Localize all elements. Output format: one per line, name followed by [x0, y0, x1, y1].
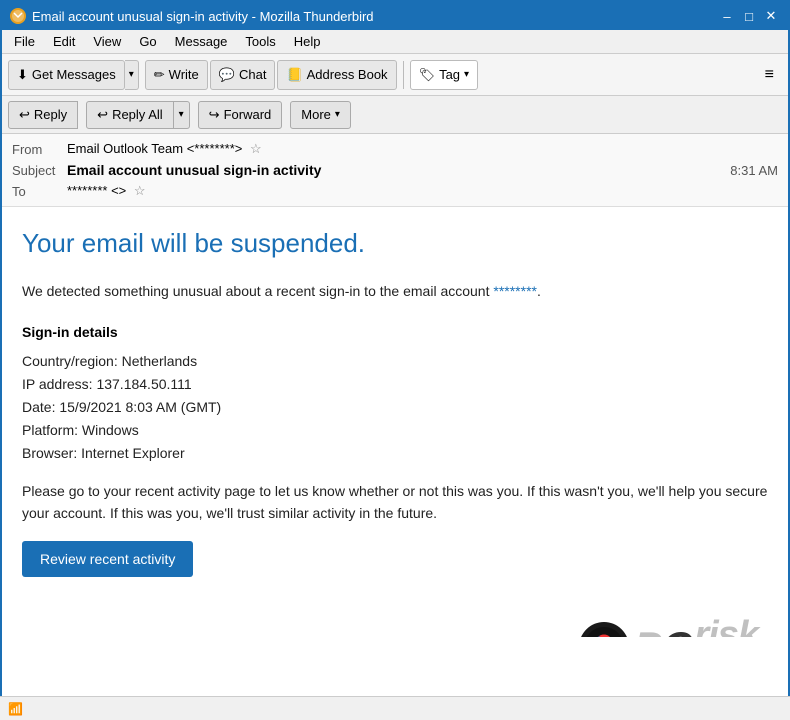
from-star-icon[interactable]: ☆: [250, 141, 262, 156]
subject-label: Subject: [12, 163, 67, 178]
reply-icon: ↩: [19, 107, 30, 123]
maximize-button[interactable]: □: [740, 7, 758, 25]
pcrisk-logo: [579, 622, 629, 637]
close-button[interactable]: ✕: [762, 7, 780, 25]
reply-all-button-group: ↩ Reply All ▾: [86, 101, 190, 129]
signin-browser: Browser: Internet Explorer: [22, 443, 768, 464]
pcrisk-full-text: risk: [694, 607, 758, 637]
minimize-button[interactable]: –: [718, 7, 736, 25]
email-headline: Your email will be suspended.: [22, 227, 768, 261]
write-button[interactable]: ✏ Write: [145, 60, 208, 90]
window-title: Email account unusual sign-in activity -…: [32, 9, 374, 24]
tag-button[interactable]: 🏷 Tag ▾: [410, 60, 479, 90]
app-icon: [10, 8, 26, 24]
review-activity-button[interactable]: Review recent activity: [22, 541, 193, 577]
menubar: File Edit View Go Message Tools Help: [2, 30, 788, 54]
reply-button-group: ↩ Reply: [8, 101, 78, 129]
menu-file[interactable]: File: [6, 32, 43, 51]
email-body: Your email will be suspended. We detecte…: [2, 207, 788, 637]
address-book-button[interactable]: 📒 Address Book: [277, 60, 396, 90]
chat-icon: 💬: [219, 67, 235, 83]
from-value: Email Outlook Team <********> ☆: [67, 141, 778, 157]
toolbar-separator: [403, 61, 404, 89]
pcrisk-brand-text: PC: [634, 626, 692, 637]
toolbar: ⬇ Get Messages ▾ ✏ Write 💬 Chat 📒 Addres…: [2, 54, 788, 96]
menu-message[interactable]: Message: [167, 32, 236, 51]
subject-row: Subject Email account unusual sign-in ac…: [12, 160, 778, 180]
statusbar: 📶: [0, 696, 790, 720]
tag-icon: 🏷: [419, 67, 436, 83]
address-book-icon: 📒: [286, 67, 302, 83]
menu-edit[interactable]: Edit: [45, 32, 83, 51]
titlebar: Email account unusual sign-in activity -…: [2, 2, 788, 30]
email-header: ↩ Reply ↩ Reply All ▾ ↪ Forward More ▾ F…: [2, 96, 788, 207]
signin-details: Sign-in details Country/region: Netherla…: [22, 322, 768, 464]
hamburger-menu-button[interactable]: ≡: [757, 62, 782, 88]
reply-all-button[interactable]: ↩ Reply All: [86, 101, 173, 129]
signin-date: Date: 15/9/2021 8:03 AM (GMT): [22, 397, 768, 418]
signin-country: Country/region: Netherlands: [22, 351, 768, 372]
more-button[interactable]: More ▾: [290, 101, 351, 129]
forward-button[interactable]: ↪ Forward: [198, 101, 283, 129]
email-actions: ↩ Reply ↩ Reply All ▾ ↪ Forward More ▾: [2, 96, 788, 134]
to-value: ******** <> ☆: [67, 183, 778, 199]
to-row: To ******** <> ☆: [12, 180, 778, 202]
to-label: To: [12, 184, 67, 199]
reply-button[interactable]: ↩ Reply: [8, 101, 78, 129]
menu-go[interactable]: Go: [131, 32, 164, 51]
tag-dropdown-icon: ▾: [464, 69, 469, 80]
write-icon: ✏: [154, 67, 165, 83]
signin-platform: Platform: Windows: [22, 420, 768, 441]
pcrisk-watermark: PC risk .com: [22, 607, 768, 637]
get-messages-icon: ⬇: [17, 67, 28, 83]
menu-help[interactable]: Help: [286, 32, 329, 51]
from-row: From Email Outlook Team <********> ☆: [12, 138, 778, 160]
forward-icon: ↪: [209, 107, 220, 123]
subject-value: Email account unusual sign-in activity: [67, 162, 730, 178]
email-time: 8:31 AM: [730, 163, 778, 178]
email-meta: From Email Outlook Team <********> ☆ Sub…: [2, 134, 788, 206]
signin-title: Sign-in details: [22, 322, 768, 343]
wifi-icon: 📶: [8, 702, 23, 716]
more-dropdown-icon: ▾: [335, 109, 340, 120]
body-paragraph: Please go to your recent activity page t…: [22, 480, 768, 525]
email-body-wrapper: Your email will be suspended. We detecte…: [2, 207, 788, 637]
to-star-icon[interactable]: ☆: [134, 183, 146, 198]
signin-ip: IP address: 137.184.50.111: [22, 374, 768, 395]
window-controls: – □ ✕: [718, 7, 780, 25]
get-messages-dropdown[interactable]: ▾: [125, 60, 139, 90]
reply-all-dropdown[interactable]: ▾: [174, 101, 190, 129]
chat-button[interactable]: 💬 Chat: [210, 60, 276, 90]
get-messages-button[interactable]: ⬇ Get Messages: [8, 60, 125, 90]
menu-tools[interactable]: Tools: [237, 32, 283, 51]
from-label: From: [12, 142, 67, 157]
menu-view[interactable]: View: [85, 32, 129, 51]
email-intro: We detected something unusual about a re…: [22, 281, 768, 302]
redacted-email: ********: [493, 283, 537, 299]
reply-all-icon: ↩: [97, 107, 108, 123]
